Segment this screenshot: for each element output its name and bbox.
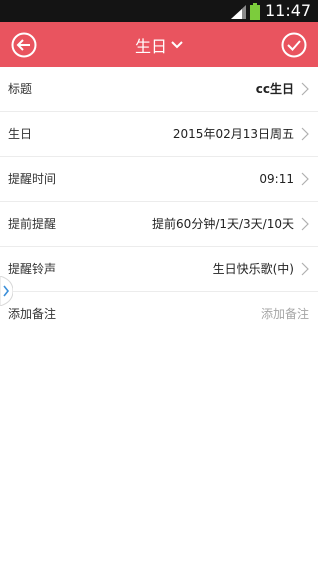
title-row[interactable]: 标题 cc生日 xyxy=(0,67,318,112)
chevron-right-icon xyxy=(301,262,309,276)
birthday-row[interactable]: 生日 2015年02月13日周五 xyxy=(0,112,318,157)
row-label: 提前提醒 xyxy=(8,217,57,231)
reminder-time-row[interactable]: 提醒时间 09:11 xyxy=(0,157,318,202)
advance-reminder-row[interactable]: 提前提醒 提前60分钟/1天/3天/10天 xyxy=(0,202,318,247)
signal-icon xyxy=(231,5,246,19)
row-label: 标题 xyxy=(8,82,33,96)
chevron-right-icon xyxy=(301,127,309,141)
chevron-right-icon xyxy=(301,172,309,186)
form-list: 标题 cc生日 生日 2015年02月13日周五 提醒时间 09:11 提前提醒… xyxy=(0,67,318,337)
row-value: 2015年02月13日周五 xyxy=(172,127,294,141)
status-time: 11:47 xyxy=(265,1,312,20)
title-bar: 生日 xyxy=(0,22,318,67)
row-value: 生日快乐歌(中) xyxy=(212,262,294,276)
row-label: 提醒时间 xyxy=(8,172,57,186)
row-value: 09:11 xyxy=(259,172,294,186)
note-row[interactable]: 添加备注 添加备注 xyxy=(0,292,318,337)
page-title-dropdown[interactable]: 生日 xyxy=(0,22,318,67)
chevron-down-icon xyxy=(171,40,183,48)
row-label: 提醒铃声 xyxy=(8,262,57,276)
status-bar: 11:47 xyxy=(0,0,318,22)
row-label: 添加备注 xyxy=(8,307,57,321)
row-value: cc生日 xyxy=(255,82,294,96)
ringtone-row[interactable]: 提醒铃声 生日快乐歌(中) xyxy=(0,247,318,292)
note-input[interactable]: 添加备注 xyxy=(261,292,309,336)
check-icon[interactable] xyxy=(281,32,307,58)
chevron-right-icon xyxy=(301,82,309,96)
page-title: 生日 xyxy=(134,36,167,56)
row-label: 生日 xyxy=(8,127,33,141)
row-value: 提前60分钟/1天/3天/10天 xyxy=(152,217,294,231)
battery-icon xyxy=(250,3,260,20)
chevron-right-icon xyxy=(301,217,309,231)
side-drawer-tab[interactable] xyxy=(0,276,13,306)
